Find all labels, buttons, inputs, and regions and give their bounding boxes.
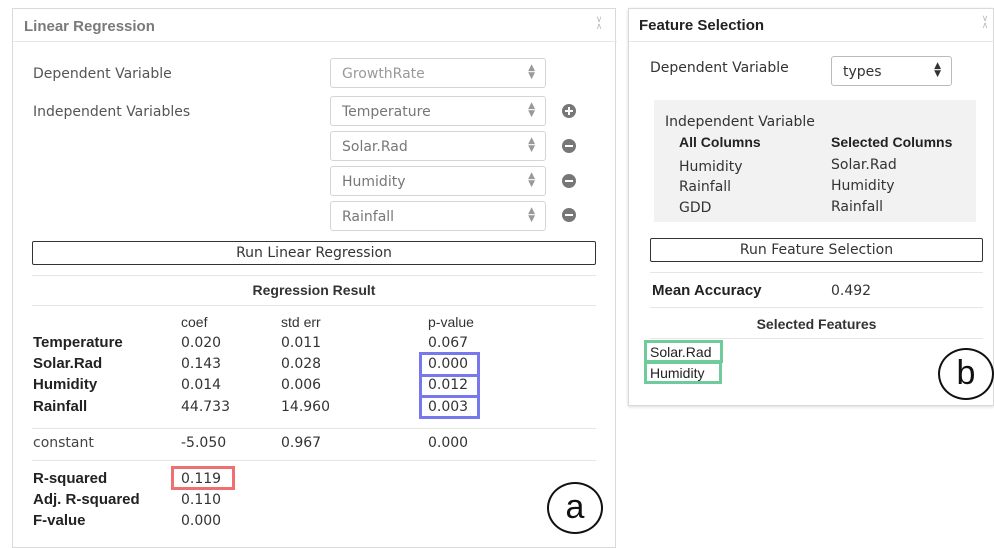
selected-column-item[interactable]: Solar.Rad	[831, 157, 897, 173]
panel-title: Linear Regression	[24, 18, 155, 35]
std-err-value: 0.028	[281, 356, 322, 372]
coef-value: 0.020	[181, 335, 222, 351]
std-err-value: 0.006	[281, 377, 322, 393]
minus-circle-icon[interactable]	[562, 139, 576, 153]
independent-variable-select[interactable]: Humidity ▲ ▼	[330, 166, 546, 196]
coef-value: 0.014	[181, 377, 222, 393]
selected-column-item[interactable]: Rainfall	[831, 199, 883, 215]
select-value: Humidity	[342, 174, 406, 190]
dependent-variable-label: Dependent Variable	[650, 60, 789, 76]
run-linear-regression-button[interactable]: Run Linear Regression	[32, 241, 596, 265]
coef-value: 0.143	[181, 356, 222, 372]
minus-circle-icon[interactable]	[562, 174, 576, 188]
row-label: Temperature	[33, 334, 123, 351]
row-label: Humidity	[33, 376, 98, 393]
independent-variable-select[interactable]: Solar.Rad ▲ ▼	[330, 131, 546, 161]
row-label: Rainfall	[33, 398, 88, 415]
dependent-variable-label: Dependent Variable	[33, 66, 172, 82]
independent-variables-label: Independent Variables	[33, 104, 191, 120]
regression-result-title: Regression Result	[252, 282, 376, 298]
collapse-chevron-icon[interactable]: ∨ ∧	[979, 15, 991, 32]
select-value: Temperature	[342, 104, 431, 120]
coef-value: -5.050	[181, 435, 227, 451]
all-column-item[interactable]: Rainfall	[679, 179, 731, 195]
all-column-item[interactable]: GDD	[679, 200, 711, 216]
updown-arrows-icon: ▲ ▼	[528, 136, 535, 154]
row-label: Solar.Rad	[33, 355, 103, 372]
selected-feature-item: Humidity	[644, 361, 722, 384]
updown-arrows-icon: ▲ ▼	[528, 171, 535, 189]
selected-features-title: Selected Features	[756, 316, 877, 332]
panel-title: Feature Selection	[639, 17, 765, 34]
std-err-value: 0.011	[281, 335, 322, 351]
updown-arrows-icon: ▲ ▼	[528, 63, 535, 81]
std-err-value: 14.960	[281, 399, 330, 415]
p-value: 0.000	[428, 435, 469, 451]
stat-value: 0.000	[181, 513, 222, 529]
collapse-chevron-icon[interactable]: ∨ ∧	[593, 16, 605, 33]
stat-label: F-value	[33, 512, 86, 529]
updown-arrows-icon: ▲ ▼	[528, 101, 535, 119]
selected-feature-item: Solar.Rad	[644, 340, 723, 363]
column-header-coef: coef	[181, 314, 208, 330]
panel-marker-b: b	[938, 348, 994, 400]
all-column-item[interactable]: Humidity	[679, 159, 742, 175]
select-value: Solar.Rad	[342, 139, 408, 155]
column-header-std-err: std err	[281, 314, 321, 330]
selected-column-item[interactable]: Humidity	[831, 178, 894, 194]
mean-accuracy-label: Mean Accuracy	[652, 282, 762, 299]
select-value: types	[843, 64, 882, 80]
dependent-variable-select[interactable]: GrowthRate ▲ ▼	[330, 58, 546, 88]
std-err-value: 0.967	[281, 435, 322, 451]
independent-variable-select[interactable]: Temperature ▲ ▼	[330, 96, 546, 126]
updown-arrows-icon: ▲ ▼	[934, 61, 941, 79]
mean-accuracy-value: 0.492	[831, 283, 872, 299]
column-header-p-value: p-value	[428, 314, 474, 330]
independent-variable-header: Independent Variable	[665, 114, 815, 130]
plus-circle-icon[interactable]	[562, 104, 576, 118]
run-feature-selection-button[interactable]: Run Feature Selection	[650, 238, 983, 262]
p-value-highlight	[419, 395, 480, 419]
row-label-constant: constant	[33, 435, 94, 451]
select-value: GrowthRate	[342, 66, 425, 82]
p-value: 0.067	[428, 335, 469, 351]
updown-arrows-icon: ▲ ▼	[528, 206, 535, 224]
stat-label: Adj. R-squared	[33, 491, 140, 508]
stat-label: R-squared	[33, 470, 108, 487]
select-value: Rainfall	[342, 209, 395, 225]
dependent-variable-select[interactable]: types ▲ ▼	[831, 56, 952, 86]
all-columns-header: All Columns	[679, 134, 761, 150]
linear-regression-panel: Linear Regression ∨ ∧	[12, 8, 617, 548]
stat-value: 0.110	[181, 492, 222, 508]
coef-value: 44.733	[181, 399, 230, 415]
selected-columns-header: Selected Columns	[831, 134, 953, 150]
independent-variable-select[interactable]: Rainfall ▲ ▼	[330, 201, 546, 231]
minus-circle-icon[interactable]	[562, 208, 576, 222]
panel-marker-a: a	[547, 482, 603, 534]
r-squared-highlight	[171, 466, 235, 490]
